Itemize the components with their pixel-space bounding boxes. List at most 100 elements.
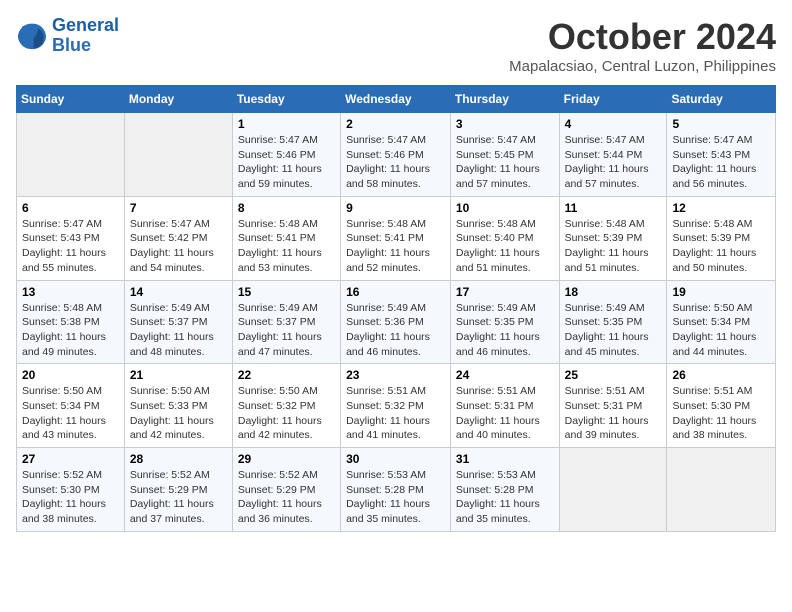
logo: General Blue (16, 16, 119, 56)
calendar-cell: 10Sunrise: 5:48 AMSunset: 5:40 PMDayligh… (450, 196, 559, 280)
calendar-cell: 31Sunrise: 5:53 AMSunset: 5:28 PMDayligh… (450, 448, 559, 532)
day-number: 16 (346, 285, 445, 299)
calendar-header-row: SundayMondayTuesdayWednesdayThursdayFrid… (17, 86, 776, 113)
calendar-cell: 9Sunrise: 5:48 AMSunset: 5:41 PMDaylight… (341, 196, 451, 280)
day-number: 5 (672, 117, 770, 131)
day-number: 20 (22, 368, 119, 382)
title-block: October 2024 Mapalacsiao, Central Luzon,… (509, 16, 776, 75)
day-info: Sunrise: 5:49 AMSunset: 5:35 PMDaylight:… (565, 301, 662, 360)
day-number: 15 (238, 285, 335, 299)
calendar-cell (559, 448, 667, 532)
location-title: Mapalacsiao, Central Luzon, Philippines (509, 58, 776, 75)
calendar-cell: 29 Sunrise: 5:52 AMSunset: 5:29 PMDayligh… (232, 448, 340, 532)
calendar-cell: 5Sunrise: 5:47 AMSunset: 5:43 PMDaylight… (667, 113, 776, 197)
header-monday: Monday (124, 86, 232, 113)
header-friday: Friday (559, 86, 667, 113)
calendar-week-row: 20 Sunrise: 5:50 AMSunset: 5:34 PMDayligh… (17, 364, 776, 448)
day-number: 25 (565, 368, 662, 382)
day-number: 30 (346, 452, 445, 466)
day-number: 26 (672, 368, 770, 382)
calendar-cell: 6 Sunrise: 5:47 AMSunset: 5:43 PMDaylight… (17, 196, 125, 280)
calendar-cell: 3Sunrise: 5:47 AMSunset: 5:45 PMDaylight… (450, 113, 559, 197)
day-number: 24 (456, 368, 554, 382)
day-info: Sunrise: 5:51 AMSunset: 5:31 PMDaylight:… (456, 384, 554, 443)
calendar-cell: 11 Sunrise: 5:48 AMSunset: 5:39 PMDayligh… (559, 196, 667, 280)
calendar-cell: 1Sunrise: 5:47 AMSunset: 5:46 PMDaylight… (232, 113, 340, 197)
day-info: Sunrise: 5:52 AMSunset: 5:29 PMDaylight:… (238, 468, 335, 527)
day-number: 27 (22, 452, 119, 466)
calendar-cell: 18 Sunrise: 5:49 AMSunset: 5:35 PMDayligh… (559, 280, 667, 364)
calendar-cell (124, 113, 232, 197)
day-info: Sunrise: 5:48 AMSunset: 5:39 PMDaylight:… (672, 217, 770, 276)
day-number: 28 (130, 452, 227, 466)
day-info: Sunrise: 5:48 AMSunset: 5:39 PMDaylight:… (565, 217, 662, 276)
day-info: Sunrise: 5:50 AMSunset: 5:34 PMDaylight:… (672, 301, 770, 360)
calendar-cell: 19 Sunrise: 5:50 AMSunset: 5:34 PMDayligh… (667, 280, 776, 364)
calendar-week-row: 1 Sunrise: 5:47 AMSunset: 5:46 PMDaylight… (17, 113, 776, 197)
day-info: Sunrise: 5:50 AMSunset: 5:34 PMDaylight:… (22, 384, 119, 443)
day-number: 2 (346, 117, 445, 131)
calendar-cell: 28 Sunrise: 5:52 AMSunset: 5:29 PMDayligh… (124, 448, 232, 532)
day-info: Sunrise: 5:51 AMSunset: 5:30 PMDaylight:… (672, 384, 770, 443)
day-number: 18 (565, 285, 662, 299)
page-header: General Blue October 2024 Mapalacsiao, C… (16, 16, 776, 75)
header-tuesday: Tuesday (232, 86, 340, 113)
calendar-cell: 2 Sunrise: 5:47 AMSunset: 5:46 PMDaylight… (341, 113, 451, 197)
calendar-cell: 4 Sunrise: 5:47 AMSunset: 5:44 PMDaylight… (559, 113, 667, 197)
day-info: Sunrise: 5:47 AMSunset: 5:44 PMDaylight:… (565, 133, 662, 192)
header-sunday: Sunday (17, 86, 125, 113)
calendar-cell: 8 Sunrise: 5:48 AMSunset: 5:41 PMDaylight… (232, 196, 340, 280)
day-number: 11 (565, 201, 662, 215)
day-number: 22 (238, 368, 335, 382)
day-info: Sunrise: 5:49 AMSunset: 5:35 PMDaylight:… (456, 301, 554, 360)
header-thursday: Thursday (450, 86, 559, 113)
logo-icon (16, 22, 48, 50)
logo-name2: Blue (52, 36, 119, 56)
day-info: Sunrise: 5:48 AMSunset: 5:41 PMDaylight:… (238, 217, 335, 276)
day-info: Sunrise: 5:48 AMSunset: 5:38 PMDaylight:… (22, 301, 119, 360)
calendar-cell: 13 Sunrise: 5:48 AMSunset: 5:38 PMDayligh… (17, 280, 125, 364)
day-number: 8 (238, 201, 335, 215)
calendar-cell: 16 Sunrise: 5:49 AMSunset: 5:36 PMDayligh… (341, 280, 451, 364)
calendar-week-row: 27 Sunrise: 5:52 AMSunset: 5:30 PMDayligh… (17, 448, 776, 532)
day-number: 4 (565, 117, 662, 131)
logo-name: General (52, 16, 119, 36)
day-number: 7 (130, 201, 227, 215)
day-number: 23 (346, 368, 445, 382)
day-info: Sunrise: 5:50 AMSunset: 5:32 PMDaylight:… (238, 384, 335, 443)
day-number: 31 (456, 452, 554, 466)
day-number: 14 (130, 285, 227, 299)
day-info: Sunrise: 5:47 AMSunset: 5:46 PMDaylight:… (346, 133, 445, 192)
day-number: 6 (22, 201, 119, 215)
calendar-cell: 17Sunrise: 5:49 AMSunset: 5:35 PMDayligh… (450, 280, 559, 364)
calendar-cell: 30 Sunrise: 5:53 AMSunset: 5:28 PMDayligh… (341, 448, 451, 532)
day-info: Sunrise: 5:49 AMSunset: 5:37 PMDaylight:… (130, 301, 227, 360)
day-number: 1 (238, 117, 335, 131)
day-info: Sunrise: 5:47 AMSunset: 5:43 PMDaylight:… (22, 217, 119, 276)
day-number: 29 (238, 452, 335, 466)
calendar-table: SundayMondayTuesdayWednesdayThursdayFrid… (16, 85, 776, 532)
day-info: Sunrise: 5:47 AMSunset: 5:42 PMDaylight:… (130, 217, 227, 276)
calendar-cell: 12Sunrise: 5:48 AMSunset: 5:39 PMDayligh… (667, 196, 776, 280)
calendar-cell: 7 Sunrise: 5:47 AMSunset: 5:42 PMDaylight… (124, 196, 232, 280)
day-info: Sunrise: 5:51 AMSunset: 5:31 PMDaylight:… (565, 384, 662, 443)
day-info: Sunrise: 5:53 AMSunset: 5:28 PMDaylight:… (346, 468, 445, 527)
calendar-cell: 21Sunrise: 5:50 AMSunset: 5:33 PMDayligh… (124, 364, 232, 448)
day-info: Sunrise: 5:47 AMSunset: 5:45 PMDaylight:… (456, 133, 554, 192)
header-wednesday: Wednesday (341, 86, 451, 113)
calendar-cell: 14 Sunrise: 5:49 AMSunset: 5:37 PMDayligh… (124, 280, 232, 364)
calendar-cell (17, 113, 125, 197)
day-info: Sunrise: 5:48 AMSunset: 5:40 PMDaylight:… (456, 217, 554, 276)
calendar-cell: 23Sunrise: 5:51 AMSunset: 5:32 PMDayligh… (341, 364, 451, 448)
header-saturday: Saturday (667, 86, 776, 113)
day-number: 13 (22, 285, 119, 299)
calendar-week-row: 6 Sunrise: 5:47 AMSunset: 5:43 PMDaylight… (17, 196, 776, 280)
calendar-cell: 25 Sunrise: 5:51 AMSunset: 5:31 PMDayligh… (559, 364, 667, 448)
day-info: Sunrise: 5:52 AMSunset: 5:29 PMDaylight:… (130, 468, 227, 527)
day-number: 9 (346, 201, 445, 215)
calendar-cell: 22 Sunrise: 5:50 AMSunset: 5:32 PMDayligh… (232, 364, 340, 448)
day-info: Sunrise: 5:49 AMSunset: 5:36 PMDaylight:… (346, 301, 445, 360)
day-info: Sunrise: 5:52 AMSunset: 5:30 PMDaylight:… (22, 468, 119, 527)
day-number: 19 (672, 285, 770, 299)
calendar-cell: 15Sunrise: 5:49 AMSunset: 5:37 PMDayligh… (232, 280, 340, 364)
